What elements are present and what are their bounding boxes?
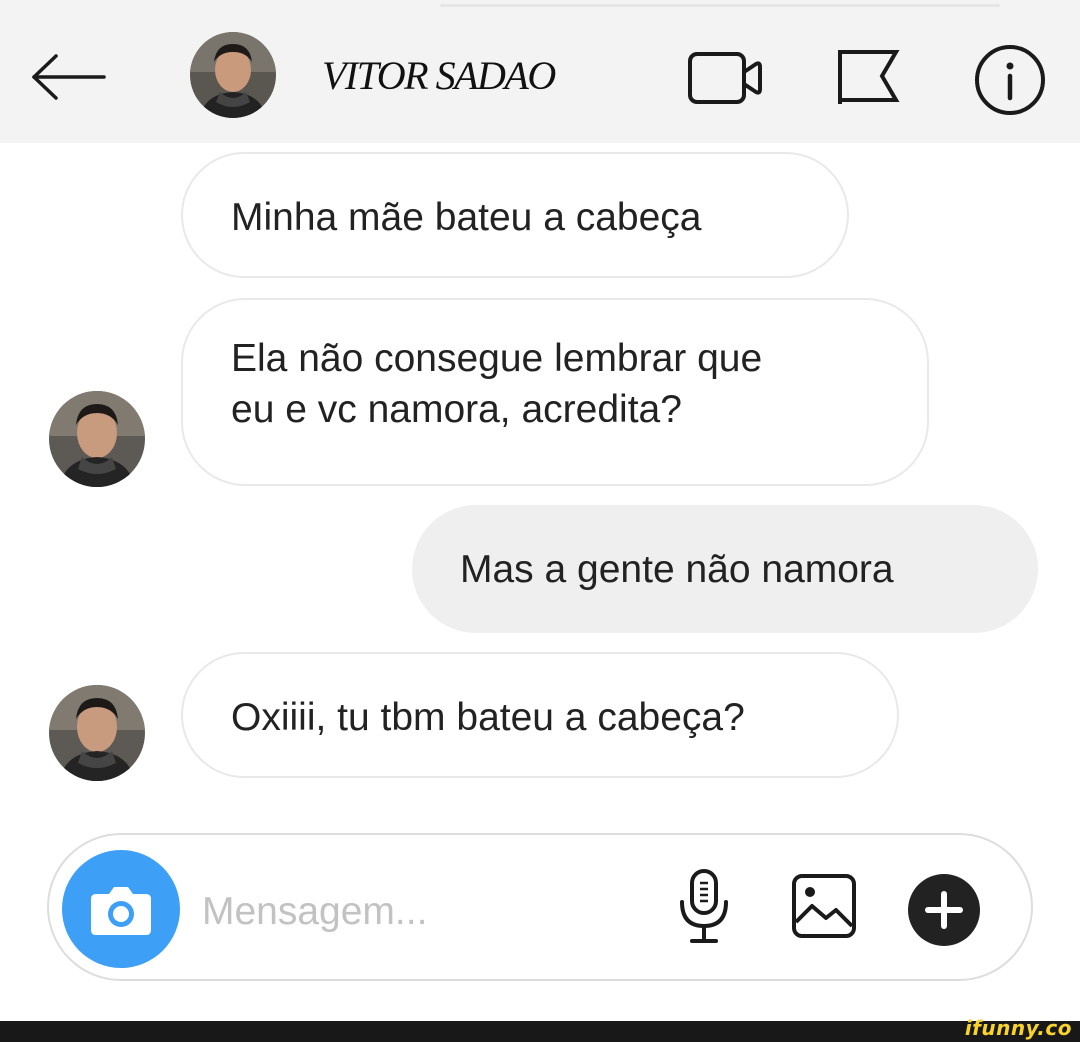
message-text: Minha mãe bateu a cabeça xyxy=(231,196,702,239)
message-text: Oxiiii, tu tbm bateu a cabeça? xyxy=(231,696,745,739)
contact-avatar[interactable] xyxy=(190,32,276,118)
chat-header: VITOR SADAO xyxy=(0,0,1080,143)
back-button[interactable] xyxy=(30,52,110,102)
flag-icon xyxy=(838,50,900,104)
message-text-line: Ela não consegue lembrar que xyxy=(231,337,763,380)
watermark-bar: ifunny.co xyxy=(0,1016,1080,1042)
sender-avatar[interactable] xyxy=(49,685,145,781)
voice-message-button[interactable] xyxy=(676,868,732,946)
arrow-left-icon xyxy=(32,54,106,100)
message-bubble-outgoing[interactable]: Mas a gente não namora xyxy=(412,505,1038,633)
video-call-button[interactable] xyxy=(686,50,772,106)
info-icon xyxy=(975,45,1045,115)
avatar-photo xyxy=(190,32,276,118)
microphone-icon xyxy=(680,869,728,943)
info-button[interactable] xyxy=(972,42,1048,118)
message-bubble-incoming[interactable]: Minha mãe bateu a cabeça xyxy=(181,152,849,278)
video-camera-icon xyxy=(688,52,762,104)
plus-circle-icon xyxy=(908,874,980,946)
avatar-photo xyxy=(49,391,145,487)
message-input[interactable] xyxy=(202,885,632,939)
message-bubble-incoming[interactable]: Ela não consegue lembrar que eu e vc nam… xyxy=(181,298,929,486)
message-bubble-incoming[interactable]: Oxiiii, tu tbm bateu a cabeça? xyxy=(181,652,899,778)
avatar-photo xyxy=(49,685,145,781)
more-options-button[interactable] xyxy=(906,872,982,948)
sender-avatar[interactable] xyxy=(49,391,145,487)
ifunny-watermark: ifunny.co xyxy=(964,1016,1072,1040)
image-gallery-icon xyxy=(792,874,856,938)
message-text: Mas a gente não namora xyxy=(460,548,894,591)
camera-icon xyxy=(91,887,151,935)
contact-name[interactable]: VITOR SADAO xyxy=(322,52,556,99)
flag-button[interactable] xyxy=(832,48,904,106)
gallery-button[interactable] xyxy=(790,872,858,942)
message-text-line: eu e vc namora, acredita? xyxy=(231,388,682,431)
header-divider xyxy=(440,4,1000,7)
camera-button[interactable] xyxy=(62,850,180,968)
